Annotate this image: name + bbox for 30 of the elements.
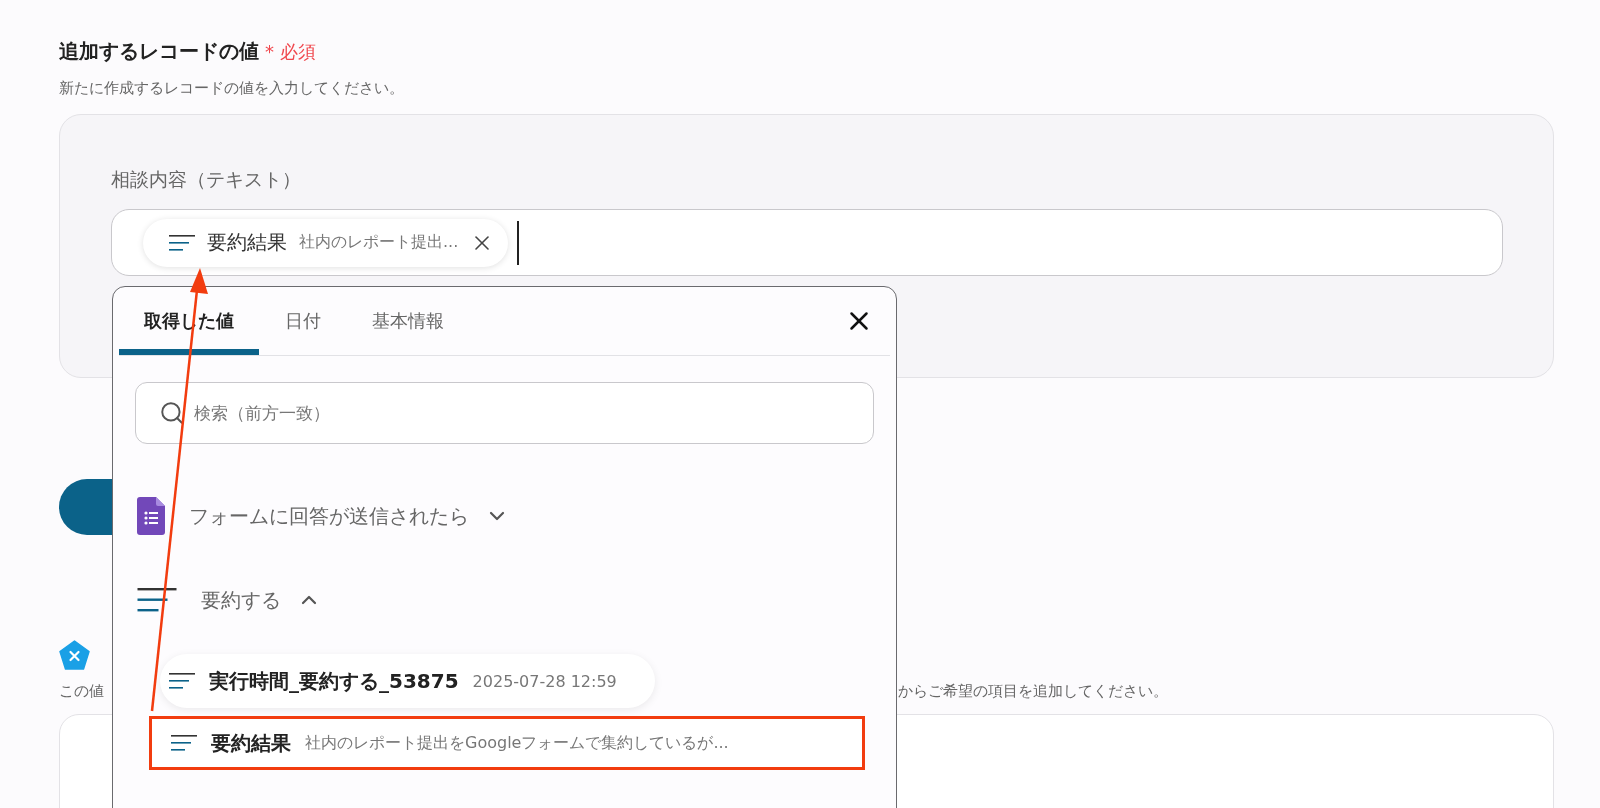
text-lines-icon — [169, 673, 195, 689]
value-chip[interactable]: 要約結果 社内のレポート提出... — [143, 218, 509, 267]
description-start: この値 — [59, 682, 104, 701]
search-icon — [159, 400, 185, 426]
tab[interactable]: 日付 — [260, 287, 346, 355]
field-label: 相談内容（テキスト） — [111, 167, 302, 192]
description-end: からご希望の項目を追加してください。 — [898, 682, 1168, 701]
group-title: フォームに回答が送信されたら — [189, 502, 469, 530]
item-value: 社内のレポート提出をGoogleフォームで集約しているが... — [305, 732, 729, 754]
section-description: 新たに作成するレコードの値を入力してください。 — [59, 79, 405, 98]
text-lines-icon — [171, 735, 197, 751]
text-lines-icon — [137, 588, 177, 612]
section-title: 追加するレコードの値 — [59, 38, 259, 65]
item-name: 実行時間_要約する_53875 — [209, 667, 459, 695]
item-name: 要約結果 — [211, 729, 291, 757]
text-lines-icon — [169, 234, 195, 251]
search-field[interactable]: 検索（前方一致） — [135, 382, 874, 444]
input-field[interactable]: 要約結果 社内のレポート提出... — [111, 209, 1503, 276]
text-cursor — [517, 220, 520, 265]
chip-name: 要約結果 — [207, 229, 287, 256]
x-pentagon-icon — [59, 640, 90, 670]
tab[interactable]: 基本情報 — [347, 287, 469, 355]
value-item[interactable]: 実行時間_要約する_53875 2025-07-28 12:59 — [160, 654, 655, 708]
item-value: 2025-07-28 12:59 — [472, 671, 617, 691]
required-label: 必須 — [280, 40, 316, 64]
required-mark: * — [265, 41, 274, 62]
form-document-icon — [137, 497, 165, 535]
value-item[interactable]: 要約結果 社内のレポート提出をGoogleフォームで集約しているが... — [149, 716, 865, 770]
chip-value: 社内のレポート提出... — [299, 232, 459, 253]
group-title: 要約する — [201, 586, 281, 614]
